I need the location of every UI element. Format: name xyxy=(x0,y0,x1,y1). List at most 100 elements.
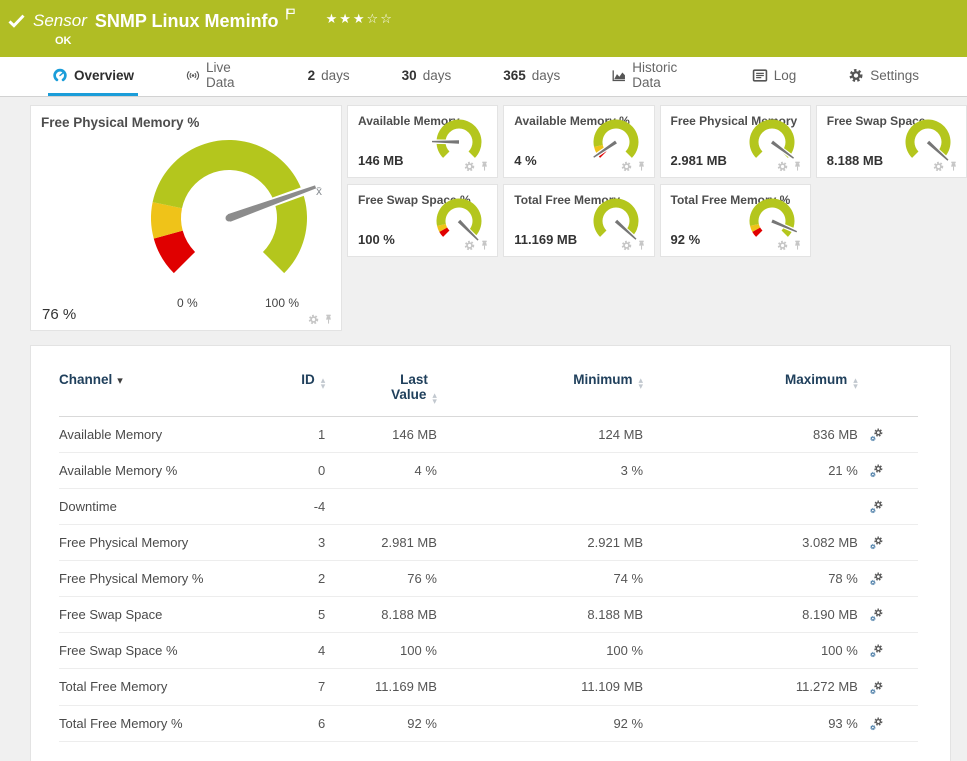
channel-row-total-free-memory-pct[interactable]: Total Free Memory % 6 92 % 92 % 93 % xyxy=(59,705,918,742)
channel-settings-icon[interactable] xyxy=(867,534,884,551)
gear-icon[interactable] xyxy=(308,314,319,325)
pin-icon[interactable] xyxy=(636,240,647,251)
channel-id: 7 xyxy=(318,679,326,695)
gear-icon[interactable] xyxy=(777,161,788,172)
main-gauge-panel[interactable]: Free Physical Memory % x̄ 0 % 100 % 76 % xyxy=(30,105,342,331)
priority-star[interactable]: ☆ xyxy=(380,11,394,26)
channel-row-total-free-memory[interactable]: Total Free Memory 7 11.169 MB 11.109 MB 11.2… xyxy=(59,669,918,705)
channel-name[interactable]: Total Free Memory % xyxy=(59,705,239,741)
channel-row-free-physical-memory[interactable]: Free Physical Memory 3 2.981 MB 2.921 MB 3.0… xyxy=(59,525,918,561)
channel-name[interactable]: Total Free Memory xyxy=(59,669,239,705)
channel-row-free-physical-memory-pct[interactable]: Free Physical Memory % 2 76 % 74 % 78 % xyxy=(59,561,918,597)
channel-last-value: 100 % xyxy=(400,643,437,659)
gear-icon[interactable] xyxy=(933,161,944,172)
channel-maximum: 21 % xyxy=(828,463,858,479)
priority-stars[interactable]: ★★★☆☆ xyxy=(326,10,394,28)
channel-settings-icon[interactable] xyxy=(867,679,884,696)
channel-settings-icon[interactable] xyxy=(867,715,884,732)
pin-icon[interactable] xyxy=(479,240,490,251)
gear-icon[interactable] xyxy=(777,240,788,251)
tab-label: days xyxy=(422,67,452,83)
channel-name[interactable]: Free Swap Space % xyxy=(59,633,239,669)
tab-30-days[interactable]: 30 days xyxy=(398,57,456,96)
priority-star[interactable]: ☆ xyxy=(367,11,381,26)
channel-id: 4 xyxy=(318,643,326,659)
channel-row-free-swap-space-pct[interactable]: Free Swap Space % 4 100 % 100 % 100 % xyxy=(59,633,918,669)
tab-historic-data[interactable]: Historic Data xyxy=(608,57,703,96)
channel-settings-icon[interactable] xyxy=(867,426,884,443)
gauge-panel-total-free-memory-pct[interactable]: Total Free Memory % 92 % xyxy=(659,184,811,257)
gauge-panel-total-free-memory[interactable]: Total Free Memory 11.169 MB xyxy=(503,184,655,257)
pin-icon[interactable] xyxy=(636,161,647,172)
chart-icon xyxy=(612,68,626,83)
gauge-panel-free-physical-memory[interactable]: Free Physical Memory 2.981 MB xyxy=(659,105,811,178)
pin-icon[interactable] xyxy=(792,240,803,251)
channel-name[interactable]: Available Memory xyxy=(59,417,239,453)
channel-settings-icon[interactable] xyxy=(867,606,884,623)
channel-name[interactable]: Free Physical Memory % xyxy=(59,561,239,597)
broadcast-icon xyxy=(186,68,200,83)
tab-live-data[interactable]: Live Data xyxy=(182,57,260,96)
channel-settings-icon[interactable] xyxy=(867,498,884,515)
pin-icon[interactable] xyxy=(323,314,334,325)
col-header-minimum[interactable]: Minimum ▴ ▾ xyxy=(437,372,643,417)
gauge-panel-free-swap-space[interactable]: Free Swap Space 8.188 MB xyxy=(815,105,967,178)
tab-log[interactable]: Log xyxy=(748,57,801,96)
sort-icon: ▴ ▾ xyxy=(320,375,326,391)
tab-2-days[interactable]: 2 days xyxy=(304,57,354,96)
channel-last-value: 8.188 MB xyxy=(381,607,437,623)
gauge-value: 100 % xyxy=(358,232,395,247)
priority-star[interactable]: ★ xyxy=(353,11,367,26)
pin-icon[interactable] xyxy=(948,161,959,172)
gear-icon[interactable] xyxy=(621,240,632,251)
gauge-panel-available-memory-pct[interactable]: Available Memory % 4 % xyxy=(503,105,655,178)
channel-row-downtime[interactable]: Downtime -4 xyxy=(59,489,918,525)
gauge-value: 146 MB xyxy=(358,153,404,168)
channel-row-free-swap-space[interactable]: Free Swap Space 5 8.188 MB 8.188 MB 8.190 MB xyxy=(59,597,918,633)
gear-icon[interactable] xyxy=(464,240,475,251)
status-ok-icon xyxy=(8,14,25,28)
mini-gauges-grid: Available Memory 146 MB Available Memory %… xyxy=(347,105,967,331)
tab-overview[interactable]: Overview xyxy=(48,57,139,96)
sort-icon: ▴ ▾ xyxy=(853,375,858,391)
priority-star[interactable]: ★ xyxy=(326,11,340,26)
col-header-channel[interactable]: Channel ▾ xyxy=(59,372,239,417)
gauge-panel-free-swap-space-pct[interactable]: Free Swap Space % 100 % xyxy=(347,184,499,257)
tab-label: days xyxy=(531,67,561,83)
pin-icon[interactable] xyxy=(792,161,803,172)
gauge-chart: x̄ xyxy=(151,140,322,274)
channel-minimum: 100 % xyxy=(606,643,644,659)
channel-name[interactable]: Available Memory % xyxy=(59,453,239,489)
gauge-value: 2.981 MB xyxy=(670,153,727,168)
col-header-last-value[interactable]: Last Value ▴ ▾ xyxy=(325,372,437,417)
channel-maximum: 11.272 MB xyxy=(795,679,858,695)
tab-settings[interactable]: Settings xyxy=(844,57,923,96)
gauge-panel-available-memory[interactable]: Available Memory 146 MB xyxy=(347,105,499,178)
channel-name[interactable]: Free Physical Memory xyxy=(59,525,239,561)
channel-settings-icon[interactable] xyxy=(867,462,884,479)
col-header-id[interactable]: ID ▴ ▾ xyxy=(239,372,325,417)
channel-minimum: 11.109 MB xyxy=(581,679,644,695)
tab-365-days[interactable]: 365 days xyxy=(499,57,564,96)
channel-name[interactable]: Free Swap Space xyxy=(59,597,239,633)
gear-icon[interactable] xyxy=(464,161,475,172)
sensor-title: SNMP Linux Meminfo xyxy=(94,11,279,31)
col-header-label: Last Value ▴ ▾ xyxy=(391,372,437,406)
pin-icon[interactable] xyxy=(479,161,490,172)
col-header-maximum[interactable]: Maximum ▴ ▾ xyxy=(643,372,858,417)
gear-icon[interactable] xyxy=(621,161,632,172)
channel-settings-icon[interactable] xyxy=(867,570,884,587)
channel-minimum: 74 % xyxy=(613,571,644,587)
col-header-actions xyxy=(858,372,918,417)
channel-row-available-memory[interactable]: Available Memory 1 146 MB 124 MB 836 MB xyxy=(59,417,918,453)
channel-maximum xyxy=(643,489,858,525)
channel-id: 2 xyxy=(318,571,326,587)
channel-name[interactable]: Downtime xyxy=(59,489,239,525)
channel-settings-icon[interactable] xyxy=(867,642,884,659)
priority-star[interactable]: ★ xyxy=(339,11,353,26)
tab-number: 2 xyxy=(307,67,316,83)
sort-icon: ▴ ▾ xyxy=(432,390,437,406)
channel-row-available-memory-pct[interactable]: Available Memory % 0 4 % 3 % 21 % xyxy=(59,453,918,489)
log-icon xyxy=(752,68,768,83)
flag-icon[interactable] xyxy=(285,8,296,20)
